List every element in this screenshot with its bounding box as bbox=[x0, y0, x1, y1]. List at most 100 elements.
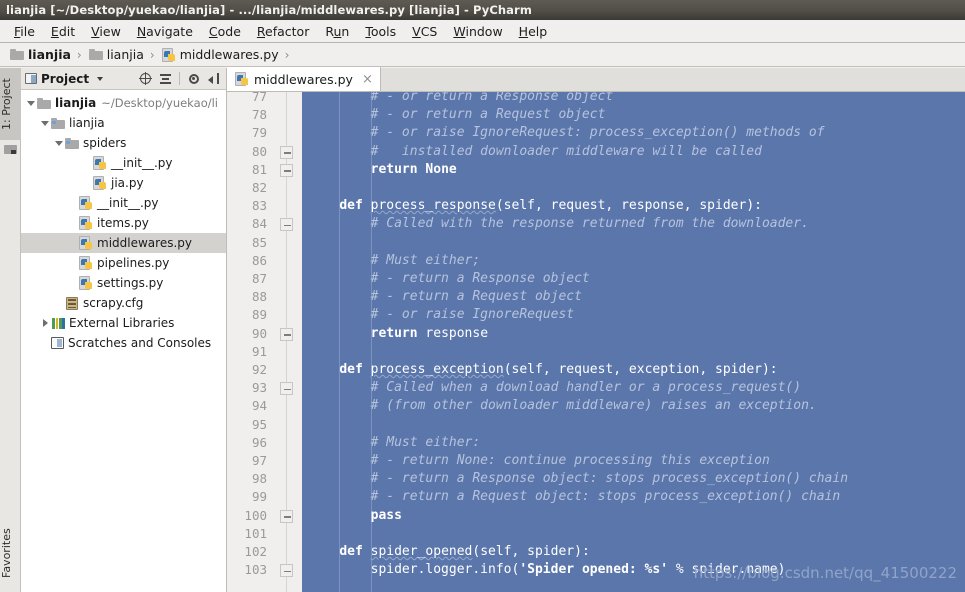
menu-item-run[interactable]: Run bbox=[317, 22, 357, 41]
close-icon[interactable]: × bbox=[362, 73, 373, 86]
tool-window-button-favorites-label: Favorites bbox=[0, 528, 13, 578]
tool-window-button-project[interactable]: 1: Project bbox=[0, 68, 21, 140]
code-token: def bbox=[339, 362, 371, 377]
breadcrumb-item[interactable]: lianjia bbox=[87, 47, 146, 62]
fold-marker[interactable] bbox=[280, 509, 293, 523]
code-token: % spider.name) bbox=[668, 562, 786, 578]
editor-tab-middlewares[interactable]: middlewares.py × bbox=[227, 67, 381, 91]
tree-item-label: lianjia bbox=[55, 96, 97, 110]
line-number: 97 bbox=[251, 453, 267, 468]
tree-item[interactable]: spiders bbox=[21, 133, 226, 153]
tree-item-label: settings.py bbox=[97, 276, 164, 290]
project-panel-header: Project bbox=[21, 68, 226, 90]
fold-marker[interactable] bbox=[280, 145, 293, 159]
collapse-all-icon[interactable] bbox=[159, 72, 172, 85]
tree-item[interactable]: External Libraries bbox=[21, 313, 226, 333]
line-number: 91 bbox=[251, 343, 267, 359]
fold-marker[interactable] bbox=[280, 382, 293, 396]
code-token: # - return a Request object bbox=[308, 289, 582, 305]
python-file-icon bbox=[79, 276, 93, 290]
tree-item[interactable]: pipelines.py bbox=[21, 253, 226, 273]
python-file-icon bbox=[93, 156, 107, 170]
fold-marker[interactable] bbox=[280, 163, 293, 177]
code-line: # Called with the response returned from… bbox=[308, 215, 809, 233]
tree-item[interactable]: items.py bbox=[21, 213, 226, 233]
menu-item-view[interactable]: View bbox=[83, 22, 129, 41]
code-editor[interactable]: 77 78 79 80 81 82 83 84 85 86 87 88 89 90 91 92 93 94 95 96… bbox=[227, 92, 965, 592]
menu-item-edit[interactable]: Edit bbox=[43, 22, 83, 41]
code-token: (self, request, response, spider): bbox=[495, 198, 762, 214]
tree-item-label: lianjia bbox=[69, 116, 105, 130]
line-number: 90 bbox=[251, 325, 267, 341]
tree-item[interactable]: lianjia bbox=[21, 113, 226, 133]
line-number: 101 bbox=[244, 525, 267, 541]
chevron-down-icon[interactable] bbox=[25, 100, 37, 106]
code-token: spider_opened bbox=[370, 544, 473, 559]
code-line: def process_response(self, request, resp… bbox=[308, 197, 762, 215]
fold-marker[interactable] bbox=[280, 218, 293, 232]
scratches-icon bbox=[51, 337, 64, 349]
chevron-right-icon[interactable] bbox=[39, 319, 51, 327]
code-line: # - return None: continue processing thi… bbox=[308, 452, 770, 470]
project-panel-title-group[interactable]: Project bbox=[25, 72, 104, 86]
tree-item[interactable]: __init__.py bbox=[21, 153, 226, 173]
tree-item[interactable]: lianjia ~/Desktop/yuekao/li bbox=[21, 93, 226, 113]
hide-panel-icon[interactable] bbox=[207, 72, 220, 85]
menu-item-help[interactable]: Help bbox=[511, 22, 556, 41]
code-line: def process_exception(self, request, exc… bbox=[308, 361, 777, 379]
menu-item-tools[interactable]: Tools bbox=[357, 22, 404, 41]
code-token: # - return None: continue processing thi… bbox=[308, 453, 770, 468]
code-line: # - return a Request object: stops proce… bbox=[308, 488, 841, 506]
editor-gutter[interactable]: 77 78 79 80 81 82 83 84 85 86 87 88 89 90 91 92 93 94 95 96… bbox=[227, 92, 302, 592]
code-line: return None bbox=[308, 161, 457, 179]
tree-item-selected[interactable]: middlewares.py bbox=[21, 233, 226, 253]
menu-mnemonic: u bbox=[333, 23, 342, 39]
line-number: 95 bbox=[251, 416, 267, 432]
tree-item[interactable]: jia.py bbox=[21, 173, 226, 193]
project-tool-window: Project lianjia ~/Desktop/yuekao/li lian… bbox=[21, 68, 227, 592]
tree-item[interactable]: Scratches and Consoles bbox=[21, 333, 226, 353]
chevron-down-icon[interactable] bbox=[53, 140, 65, 146]
chevron-down-icon[interactable] bbox=[97, 76, 104, 81]
breadcrumb-item[interactable]: middlewares.py bbox=[160, 47, 281, 62]
tree-item[interactable]: settings.py bbox=[21, 273, 226, 293]
code-line: # - return a Request object bbox=[308, 288, 582, 306]
python-file-icon bbox=[79, 256, 93, 270]
code-text[interactable]: # - or return a Response object # - or r… bbox=[302, 92, 965, 592]
intention-bulb-icon[interactable] bbox=[281, 545, 294, 559]
tree-item-label: spiders bbox=[83, 136, 127, 150]
menu-item-navigate[interactable]: Navigate bbox=[129, 22, 201, 41]
code-token: response bbox=[425, 325, 489, 341]
tree-item[interactable]: __init__.py bbox=[21, 193, 226, 213]
code-token: # Must either; bbox=[308, 252, 481, 268]
menu-item-window[interactable]: Window bbox=[445, 22, 510, 41]
line-number: 100 bbox=[244, 507, 267, 523]
code-line: # - or raise IgnoreRequest bbox=[308, 306, 575, 324]
tool-window-button-favorites[interactable]: Favorites bbox=[0, 518, 21, 588]
code-line: # - or raise IgnoreRequest: process_exce… bbox=[308, 124, 825, 142]
code-token: pass bbox=[370, 507, 402, 523]
menu-mnemonic: T bbox=[365, 23, 371, 39]
tree-item[interactable]: scrapy.cfg bbox=[21, 293, 226, 313]
locate-icon[interactable] bbox=[139, 72, 152, 85]
breadcrumb-separator-icon: › bbox=[76, 47, 82, 62]
settings-gear-icon[interactable] bbox=[187, 72, 200, 85]
menu-item-refactor[interactable]: Refactor bbox=[249, 22, 317, 41]
fold-marker-column[interactable] bbox=[273, 92, 301, 592]
menu-item-vcs[interactable]: VCS bbox=[404, 22, 445, 41]
code-token: # - return a Response object bbox=[308, 271, 590, 286]
menu-item-file[interactable]: File bbox=[6, 22, 43, 41]
fold-marker[interactable] bbox=[280, 327, 293, 341]
tool-window-button-project-label: 1: Project bbox=[0, 78, 13, 130]
editor-area: middlewares.py × 77 78 79 80 81 82 83 84 85 86 87 8… bbox=[227, 67, 965, 592]
menu-item-code[interactable]: Code bbox=[201, 22, 249, 41]
fold-marker[interactable] bbox=[280, 564, 293, 578]
breadcrumb-item[interactable]: lianjia bbox=[8, 47, 73, 62]
chevron-down-icon[interactable] bbox=[39, 120, 51, 126]
code-token: # - return a Response object: stops proc… bbox=[308, 471, 849, 487]
code-token: return None bbox=[370, 161, 457, 177]
folder-blue-icon bbox=[65, 137, 79, 149]
project-tree: lianjia ~/Desktop/yuekao/li lianjia spiders… bbox=[21, 90, 226, 353]
folder-icon bbox=[10, 49, 24, 60]
